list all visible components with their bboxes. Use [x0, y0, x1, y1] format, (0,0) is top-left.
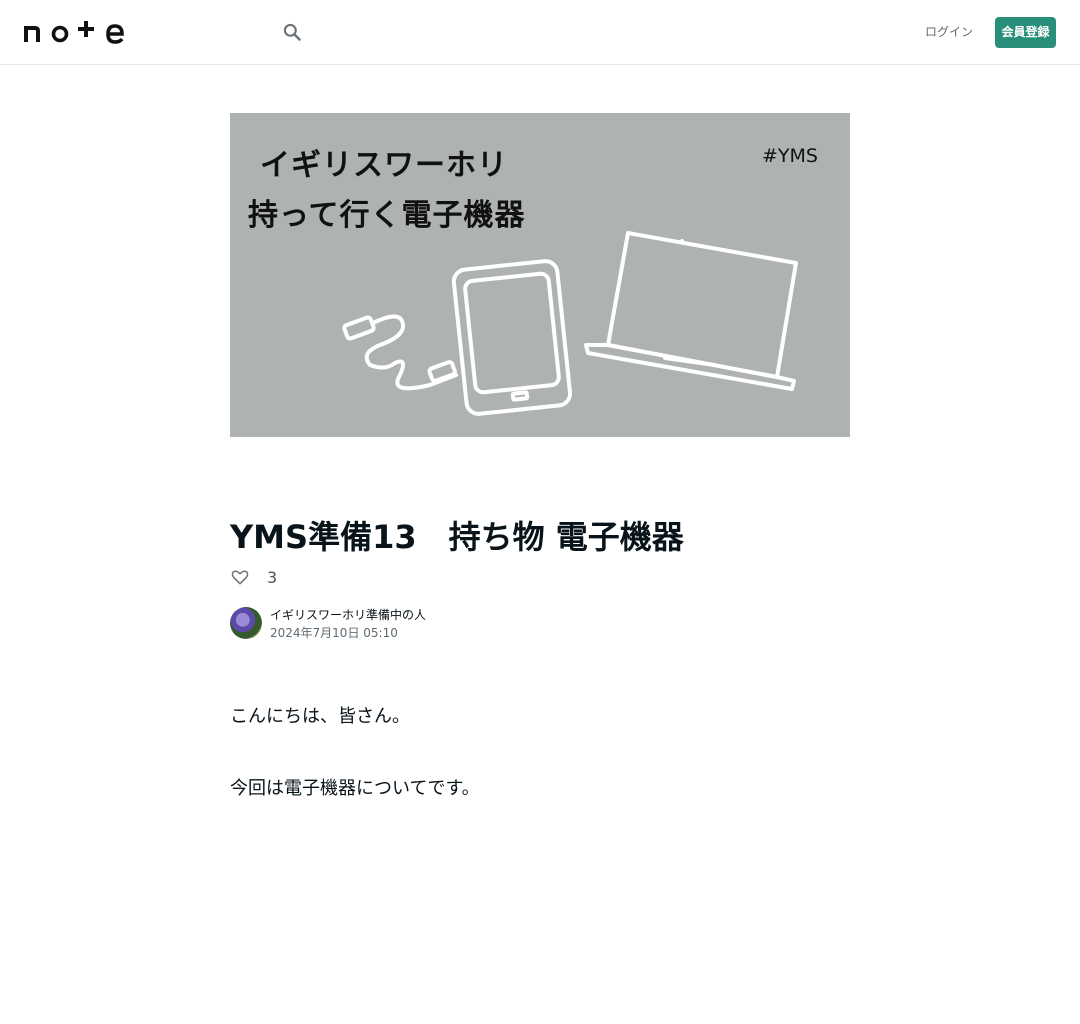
author-info: イギリスワーホリ準備中の人 2024年7月10日 05:10 — [230, 607, 426, 642]
like-section: 3 — [230, 566, 277, 588]
heart-icon[interactable] — [230, 567, 250, 587]
eyecatch-hashtag: #YMS — [762, 145, 818, 167]
article-title: YMS準備13 持ち物 電子機器 — [230, 518, 684, 556]
signup-button[interactable]: 会員登録 — [995, 17, 1056, 48]
eyecatch-title-line2: 持って行く電子機器 — [248, 198, 526, 233]
like-count: 3 — [267, 567, 278, 587]
author-name[interactable]: イギリスワーホリ準備中の人 — [270, 607, 426, 624]
site-header: ログイン 会員登録 — [0, 0, 1080, 65]
search-icon — [283, 23, 301, 41]
author-meta: イギリスワーホリ準備中の人 2024年7月10日 05:10 — [270, 607, 426, 642]
body-paragraph: こんにちは、皆さん。 — [230, 706, 410, 727]
search-button[interactable] — [278, 18, 306, 46]
post-date: 2024年7月10日 05:10 — [270, 626, 398, 640]
note-logo[interactable] — [24, 20, 124, 44]
avatar[interactable] — [230, 607, 262, 639]
eyecatch-title: イギリスワーホリ 持って行く電子機器 — [248, 141, 526, 241]
article-eyecatch-image: イギリスワーホリ 持って行く電子機器 #YMS — [230, 113, 850, 437]
eyecatch-title-line1: イギリスワーホリ — [260, 148, 508, 183]
body-paragraph: 今回は電子機器についてです。 — [230, 778, 480, 799]
login-link[interactable]: ログイン — [920, 22, 978, 42]
